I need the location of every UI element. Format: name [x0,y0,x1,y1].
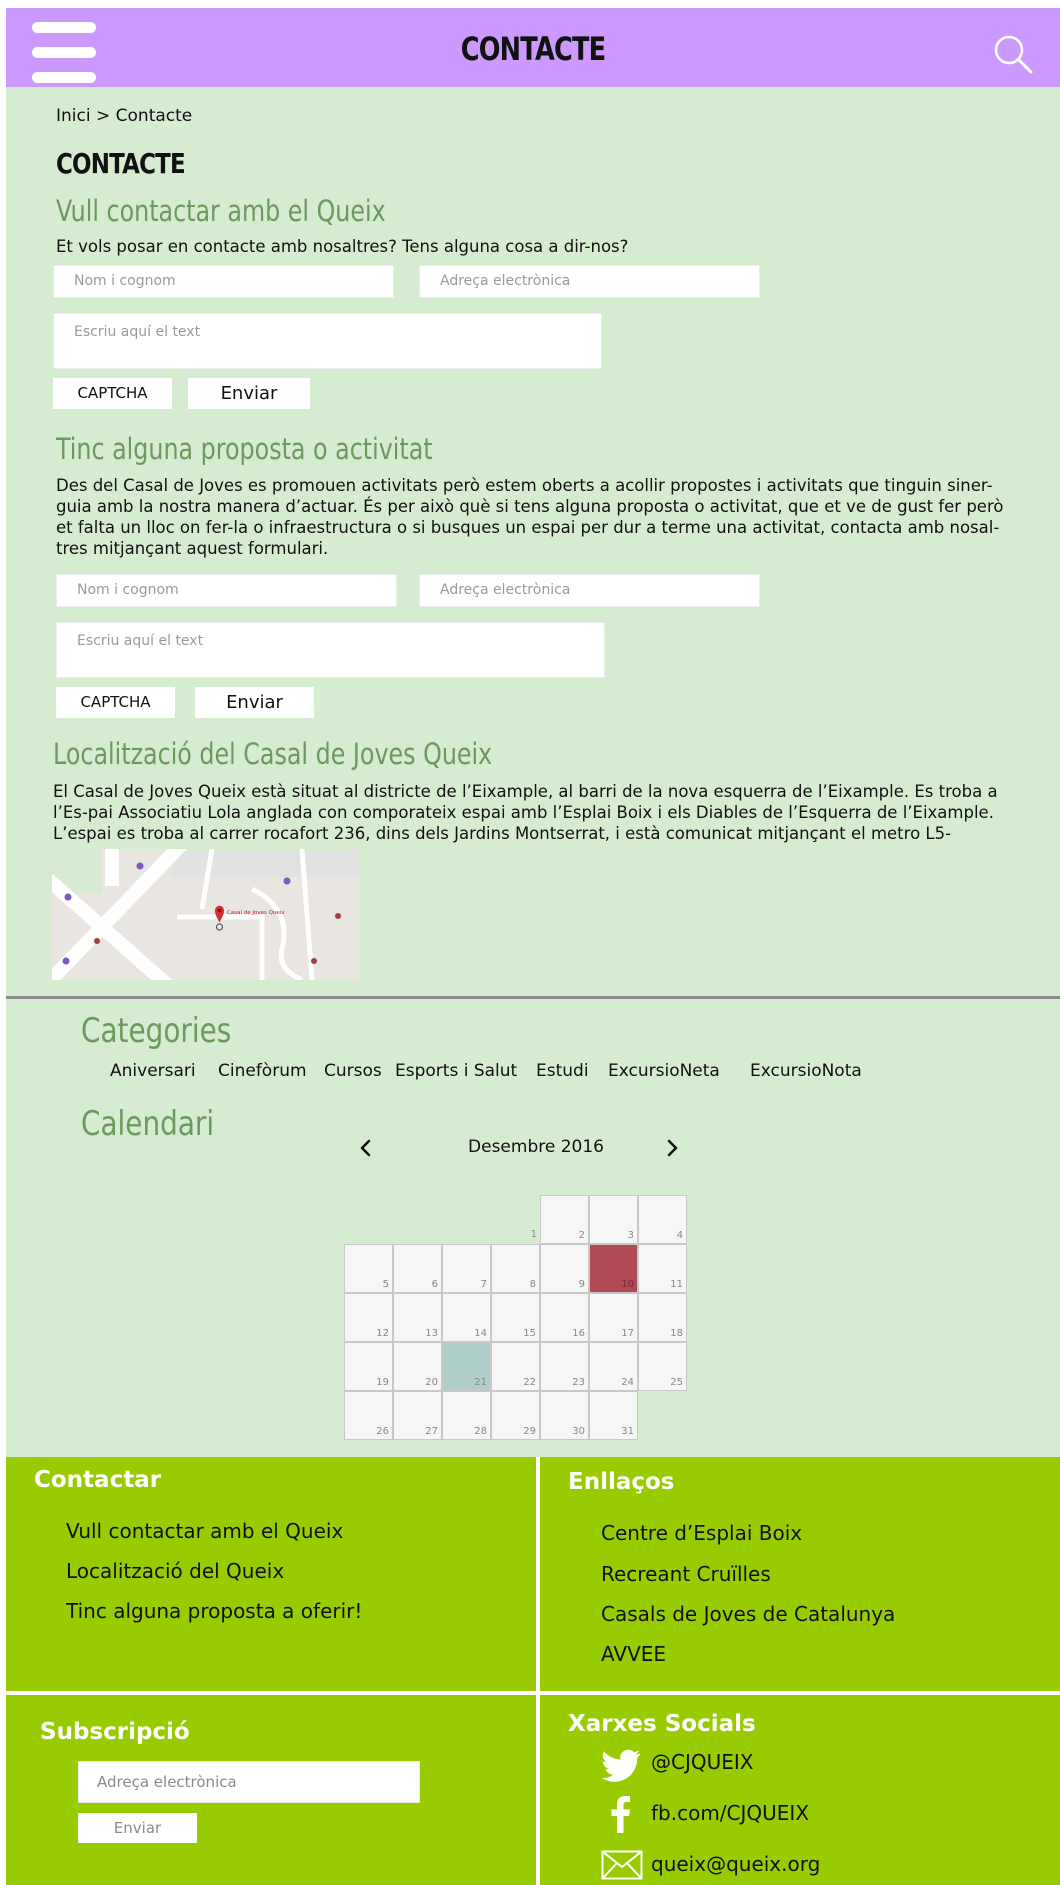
breadcrumb-current: Contacte [115,106,193,126]
location-map[interactable]: Casal de Joves Queix [52,849,360,980]
calendar-day[interactable]: 13 [393,1293,442,1342]
proposal-send-button[interactable]: Enviar [195,687,314,718]
footer-subscription-title: Subscripció [40,1719,190,1745]
calendar-day[interactable]: 22 [491,1342,540,1391]
footer-link-location[interactable]: Localització del Queix [66,1559,284,1583]
footer-link-casals-joves[interactable]: Casals de Joves de Catalunya [601,1602,895,1626]
calendar-day[interactable]: 29 [491,1391,540,1440]
page-title: CONTACTE [56,147,186,180]
contact-heading: Vull contactar amb el Queix [56,194,386,228]
footer-contact-title: Contactar [34,1467,162,1493]
twitter-handle[interactable]: @CJQUEIX [651,1750,753,1774]
subscription-email-field[interactable]: Adreça electrònica [78,1761,420,1803]
calendar-day[interactable]: 7 [442,1244,491,1293]
category-aniversari[interactable]: Aniversari [110,1061,196,1081]
proposal-captcha[interactable]: CAPTCHA [56,687,175,718]
calendar-day[interactable]: 26 [344,1391,393,1440]
contact-email[interactable]: queix@queix.org [651,1852,820,1876]
mail-icon[interactable] [601,1850,643,1880]
proposal-name-field[interactable]: Nom i cognom [56,574,397,607]
calendar-day[interactable]: 28 [442,1391,491,1440]
calendar-day[interactable]: 24 [589,1342,638,1391]
footer-links-title: Enllaços [568,1469,675,1495]
category-excursionota[interactable]: ExcursioNota [750,1061,862,1081]
footer: Contactar Vull contactar amb el Queix Lo… [6,1457,1060,1885]
proposal-text-area[interactable]: Escriu aquí el text [56,622,605,678]
location-body: El Casal de Joves Queix està situat al d… [53,782,998,843]
calendar-day[interactable]: 19 [344,1342,393,1391]
calendar-day[interactable]: 10 [589,1244,638,1293]
calendar-day[interactable]: 6 [393,1244,442,1293]
contact-name-field[interactable]: Nom i cognom [53,265,394,298]
calendar-day[interactable]: 25 [638,1342,687,1391]
categories-heading: Categories [81,1011,232,1051]
category-estudi[interactable]: Estudi [536,1061,589,1081]
category-cursos[interactable]: Cursos [324,1061,382,1081]
calendar-day[interactable]: 3 [589,1195,638,1244]
calendar-day[interactable]: 5 [344,1244,393,1293]
category-esports-salut[interactable]: Esports i Salut [395,1061,517,1081]
twitter-icon[interactable] [601,1749,641,1783]
map-pin-label: Casal de Joves Queix [227,910,285,916]
calendar-day[interactable]: 23 [540,1342,589,1391]
contact-send-button[interactable]: Enviar [188,378,310,409]
subscription-send-button[interactable]: Enviar [78,1813,197,1843]
calendar-day[interactable]: 15 [491,1293,540,1342]
hamburger-menu-icon[interactable] [32,18,102,88]
calendar-day[interactable]: 30 [540,1391,589,1440]
calendar-month-label: Desembre 2016 [468,1137,604,1157]
header-title: CONTACTE [460,30,606,68]
top-bar: CONTACTE [6,8,1060,87]
calendar-day[interactable]: 11 [638,1244,687,1293]
contact-captcha[interactable]: CAPTCHA [53,378,172,409]
category-excursioneta[interactable]: ExcursioNeta [608,1061,720,1081]
footer-link-recreant-cruilles[interactable]: Recreant Cruïlles [601,1562,771,1586]
search-icon[interactable] [991,32,1037,78]
calendar-day[interactable]: 12 [344,1293,393,1342]
calendar-day[interactable]: 1 [491,1195,540,1244]
breadcrumb: Inici > Contacte [56,106,192,126]
calendar-day[interactable]: 2 [540,1195,589,1244]
contact-email-field[interactable]: Adreça electrònica [419,265,760,298]
footer-link-contact[interactable]: Vull contactar amb el Queix [66,1519,343,1543]
calendar-day[interactable]: 14 [442,1293,491,1342]
contact-intro: Et vols posar en contacte amb nosaltres?… [56,237,629,256]
breadcrumb-separator: > [96,106,111,126]
calendar-day[interactable]: 31 [589,1391,638,1440]
footer-horizontal-divider [6,1691,1060,1695]
calendar-day[interactable]: 9 [540,1244,589,1293]
calendar-day[interactable]: 18 [638,1293,687,1342]
calendar-grid: 1 2 3 4 5 6 7 8 9 10 11 12 13 14 15 16 17 18 19 20 21 22 23 24 2… [344,1195,694,1445]
calendar-day[interactable]: 16 [540,1293,589,1342]
proposal-heading: Tinc alguna proposta o activitat [56,432,433,466]
chevron-right-icon[interactable] [662,1138,682,1158]
footer-social-title: Xarxes Socials [568,1711,756,1737]
calendar-heading: Calendari [81,1104,215,1144]
category-cineforum[interactable]: Cinefòrum [218,1061,307,1081]
proposal-body: Des del Casal de Joves es promouen activ… [56,476,1004,558]
sidebar-section: Categories Aniversari Cinefòrum Cursos E… [6,999,1060,1457]
breadcrumb-home[interactable]: Inici [56,106,91,126]
proposal-email-field[interactable]: Adreça electrònica [419,574,760,607]
facebook-icon[interactable] [609,1795,631,1833]
footer-vertical-divider [536,1457,540,1885]
facebook-url[interactable]: fb.com/CJQUEIX [651,1801,809,1825]
footer-link-esplai-boix[interactable]: Centre d’Esplai Boix [601,1521,802,1545]
calendar-day[interactable]: 20 [393,1342,442,1391]
location-heading: Localització del Casal de Joves Queix [53,737,493,771]
contact-text-area[interactable]: Escriu aquí el text [53,313,602,369]
calendar-day[interactable]: 17 [589,1293,638,1342]
calendar-day[interactable]: 8 [491,1244,540,1293]
footer-link-avvee[interactable]: AVVEE [601,1642,666,1666]
calendar-day[interactable]: 4 [638,1195,687,1244]
calendar-day[interactable]: 21 [442,1342,491,1391]
chevron-left-icon[interactable] [356,1138,376,1158]
calendar-day[interactable]: 27 [393,1391,442,1440]
footer-link-proposal[interactable]: Tinc alguna proposta a oferir! [66,1599,362,1623]
main-content: Inici > Contacte CONTACTE Vull contactar… [6,87,1060,997]
